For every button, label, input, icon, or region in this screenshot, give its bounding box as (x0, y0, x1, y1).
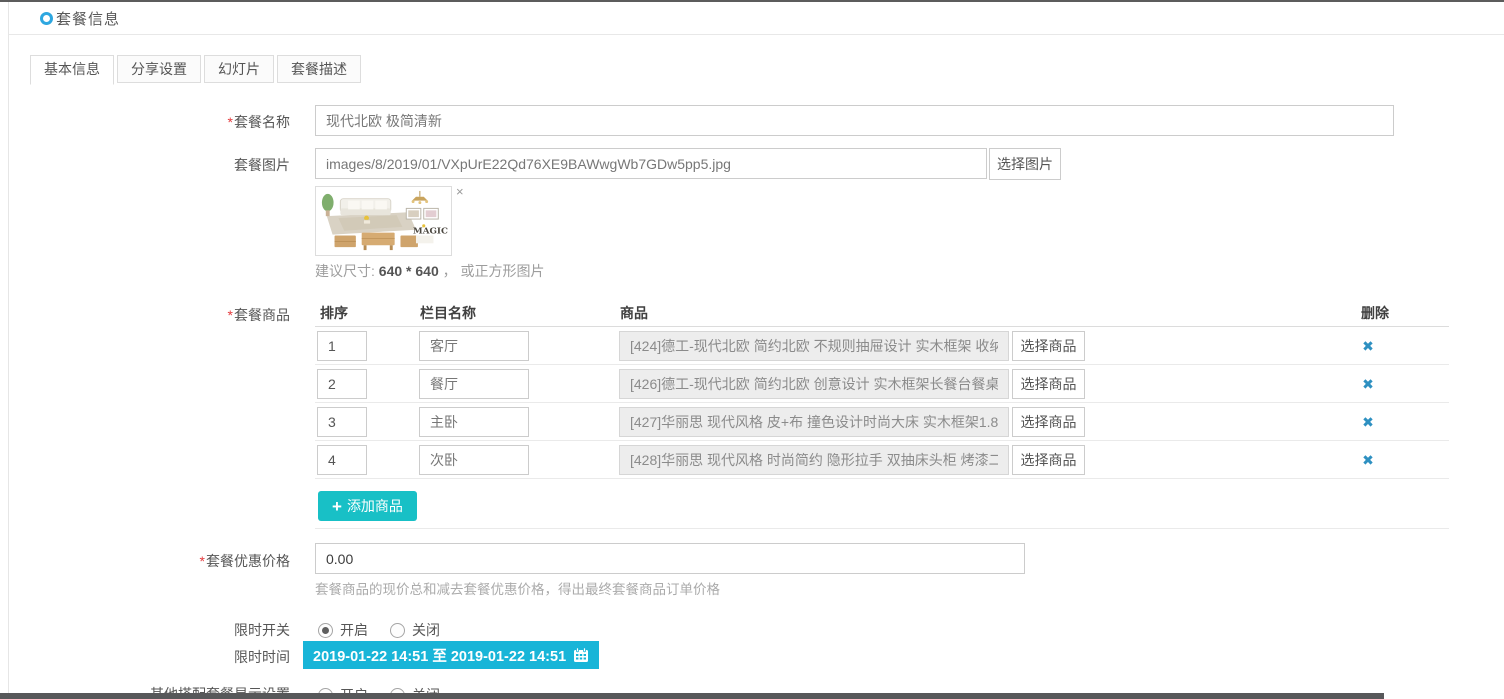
calendar-icon (573, 647, 589, 663)
tab-package-description[interactable]: 套餐描述 (277, 55, 361, 83)
package-edit-page: 套餐信息 基本信息 分享设置 幻灯片 套餐描述 *套餐名称 套餐图片 选择图片 (0, 0, 1504, 699)
tab-share-settings[interactable]: 分享设置 (117, 55, 201, 83)
furniture-scene-image: MAGIC (318, 189, 449, 253)
time-switch-radios: 开启 关闭 (318, 620, 462, 640)
product-row: 选择商品 ✖ (315, 365, 1449, 403)
product-row: 选择商品 ✖ (315, 441, 1449, 479)
radio-on-label[interactable]: 开启 (340, 620, 368, 640)
sort-input[interactable] (317, 407, 367, 437)
column-header-product: 商品 (620, 303, 648, 323)
add-product-button[interactable]: + 添加商品 (318, 491, 417, 521)
radio-on[interactable] (318, 623, 333, 638)
choose-product-button[interactable]: 选择商品 (1012, 407, 1085, 437)
product-row: 选择商品 ✖ (315, 403, 1449, 441)
package-image-thumbnail: MAGIC (315, 186, 452, 256)
choose-image-button[interactable]: 选择图片 (989, 148, 1061, 180)
choose-product-button[interactable]: 选择商品 (1012, 369, 1085, 399)
price-hint: 套餐商品的现价总和减去套餐优惠价格，得出最终套餐商品订单价格 (315, 578, 720, 598)
choose-product-button[interactable]: 选择商品 (1012, 331, 1085, 361)
category-name-input[interactable] (419, 407, 529, 437)
discount-price-input[interactable] (315, 543, 1025, 574)
package-name-label: *套餐名称 (0, 112, 290, 132)
time-range-label: 限时时间 (0, 647, 290, 667)
product-row: 选择商品 ✖ (315, 327, 1449, 365)
tab-bar: 基本信息 分享设置 幻灯片 套餐描述 (30, 55, 364, 85)
image-size-hint: 建议尺寸: 640 * 640 ， 或正方形图片 (315, 261, 545, 281)
tab-basic-info[interactable]: 基本信息 (30, 55, 114, 85)
page-header: 套餐信息 (9, 2, 1504, 35)
section-divider (315, 528, 1449, 529)
remove-image-icon[interactable]: × (456, 186, 464, 198)
package-image-path-input[interactable] (315, 148, 987, 179)
time-switch-label: 限时开关 (0, 620, 290, 640)
product-readonly-input[interactable] (619, 445, 1009, 475)
package-products-label: *套餐商品 (0, 305, 290, 325)
delete-row-icon[interactable]: ✖ (1355, 374, 1381, 394)
product-readonly-input[interactable] (619, 407, 1009, 437)
page-title: 套餐信息 (56, 8, 120, 29)
required-asterisk: * (228, 114, 233, 130)
delete-row-icon[interactable]: ✖ (1355, 412, 1381, 432)
package-name-input[interactable] (315, 105, 1394, 136)
delete-row-icon[interactable]: ✖ (1355, 336, 1381, 356)
choose-product-button[interactable]: 选择商品 (1012, 445, 1085, 475)
window-bottom-edge (0, 693, 1384, 699)
circle-icon (40, 12, 53, 25)
product-readonly-input[interactable] (619, 369, 1009, 399)
package-price-label: *套餐优惠价格 (0, 551, 290, 571)
svg-text:MAGIC: MAGIC (413, 227, 448, 237)
sort-input[interactable] (317, 331, 367, 361)
column-header-category: 栏目名称 (420, 303, 476, 323)
tab-slideshow[interactable]: 幻灯片 (204, 55, 274, 83)
required-asterisk: * (228, 307, 233, 323)
column-header-sort: 排序 (320, 303, 348, 323)
radio-off-label[interactable]: 关闭 (412, 620, 440, 640)
category-name-input[interactable] (419, 369, 529, 399)
radio-off[interactable] (390, 623, 405, 638)
panel-left-border (8, 2, 9, 699)
category-name-input[interactable] (419, 331, 529, 361)
package-image-label: 套餐图片 (0, 155, 290, 175)
category-name-input[interactable] (419, 445, 529, 475)
plus-icon: + (332, 498, 342, 515)
sort-input[interactable] (317, 369, 367, 399)
sort-input[interactable] (317, 445, 367, 475)
column-header-delete: 删除 (1361, 303, 1389, 323)
product-readonly-input[interactable] (619, 331, 1009, 361)
delete-row-icon[interactable]: ✖ (1355, 450, 1381, 470)
required-asterisk: * (200, 553, 205, 569)
date-range-button[interactable]: 2019-01-22 14:51 至 2019-01-22 14:51 (303, 641, 599, 669)
